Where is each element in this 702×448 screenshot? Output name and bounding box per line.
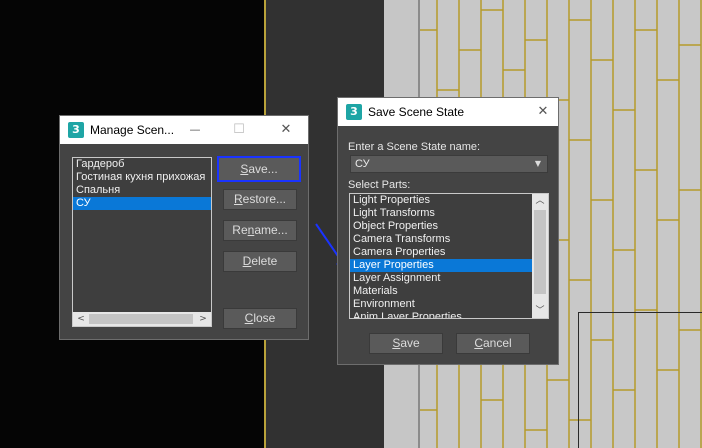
cancel-btn-mnemonic: C [474,336,483,350]
delete-btn-label: elete [251,254,278,268]
maximize-button[interactable]: ☐ [224,116,254,144]
part-list-item[interactable]: Object Properties [350,220,532,233]
app-3dsmax-icon: 3 [68,122,84,138]
manage-scene-states-dialog: 3 Manage Scen... — ☐ ✕ Гардероб Гостиная … [59,115,309,340]
delete-button[interactable]: Delete [223,251,297,272]
scene-state-list-item[interactable]: Гардероб [73,158,211,171]
scroll-down-arrow[interactable]: ﹀ [532,304,548,318]
parts-vscrollbar[interactable]: ︿ ﹀ [532,194,548,318]
restore-btn-label: estore... [242,192,287,206]
vscroll-thumb[interactable] [534,210,546,294]
rename-btn-prefix: Re [232,223,248,237]
cancel-btn-label: ancel [482,336,512,350]
save-dialog-title: Save Scene State [368,105,465,119]
scene-states-list[interactable]: Гардероб Гостиная кухня прихожая Спальня СУ… [72,157,212,327]
scroll-right-arrow[interactable]: > [195,312,211,326]
parts-items: Light Properties Light Transforms Object P… [350,194,532,318]
rename-button[interactable]: Rename... [223,220,297,241]
scene-name-label: Enter a Scene State name: [348,141,481,153]
save-dialog-close-x-button[interactable]: ✕ [528,98,558,126]
save-scene-state-dialog: 3 Save Scene State ✕ Enter a Scene State… [337,97,559,365]
scene-name-combobox[interactable]: СУ ▼ [350,155,548,173]
part-list-item[interactable]: Camera Properties [350,246,532,259]
close-btn-label: lose [253,311,276,325]
app-3dsmax-icon: 3 [346,104,362,120]
manage-save-button[interactable]: Save... [217,156,301,182]
save-dialog-titlebar[interactable]: 3 Save Scene State ✕ [338,98,558,126]
dropdown-arrow-icon[interactable]: ▼ [535,156,541,172]
part-list-item[interactable]: Environment [350,298,532,311]
part-list-item[interactable]: Light Transforms [350,207,532,220]
cancel-button[interactable]: Cancel [456,333,530,354]
viewport-object-outline [578,312,702,448]
parts-list[interactable]: Light Properties Light Transforms Object P… [349,193,549,319]
manage-close-button[interactable]: Close [223,308,297,329]
part-list-item[interactable]: Layer Properties [350,259,532,272]
part-list-item[interactable]: Light Properties [350,194,532,207]
scroll-up-arrow[interactable]: ︿ [532,194,548,208]
part-list-item[interactable]: Materials [350,285,532,298]
scene-state-list-item[interactable]: Спальня [73,184,211,197]
scene-states-items: Гардероб Гостиная кухня прихожая Спальня СУ [73,158,211,210]
save-dialog-save-button[interactable]: Save [369,333,443,354]
scene-list-hscrollbar[interactable]: < > [73,312,211,326]
scroll-left-arrow[interactable]: < [73,312,89,326]
part-list-item[interactable]: Camera Transforms [350,233,532,246]
scene-state-list-item[interactable]: СУ [73,197,211,210]
minimize-button[interactable]: — [180,116,210,144]
restore-button[interactable]: Restore... [223,189,297,210]
part-list-item[interactable]: Anim Layer Properties [350,311,532,318]
scene-name-value: СУ [355,158,370,170]
part-list-item[interactable]: Layer Assignment [350,272,532,285]
select-parts-label: Select Parts: [348,179,411,191]
delete-btn-mnemonic: D [242,254,252,268]
scene-state-list-item[interactable]: Гостиная кухня прихожая [73,171,211,184]
manage-dialog-titlebar[interactable]: 3 Manage Scen... — ☐ ✕ [60,116,308,144]
hscroll-thumb[interactable] [89,314,193,324]
manage-close-x-button[interactable]: ✕ [271,116,301,144]
save-btn-label: ave... [248,162,278,176]
save-btn-label: ave [400,336,420,350]
restore-btn-mnemonic: R [233,192,243,206]
rename-btn-label: ame... [254,223,288,237]
